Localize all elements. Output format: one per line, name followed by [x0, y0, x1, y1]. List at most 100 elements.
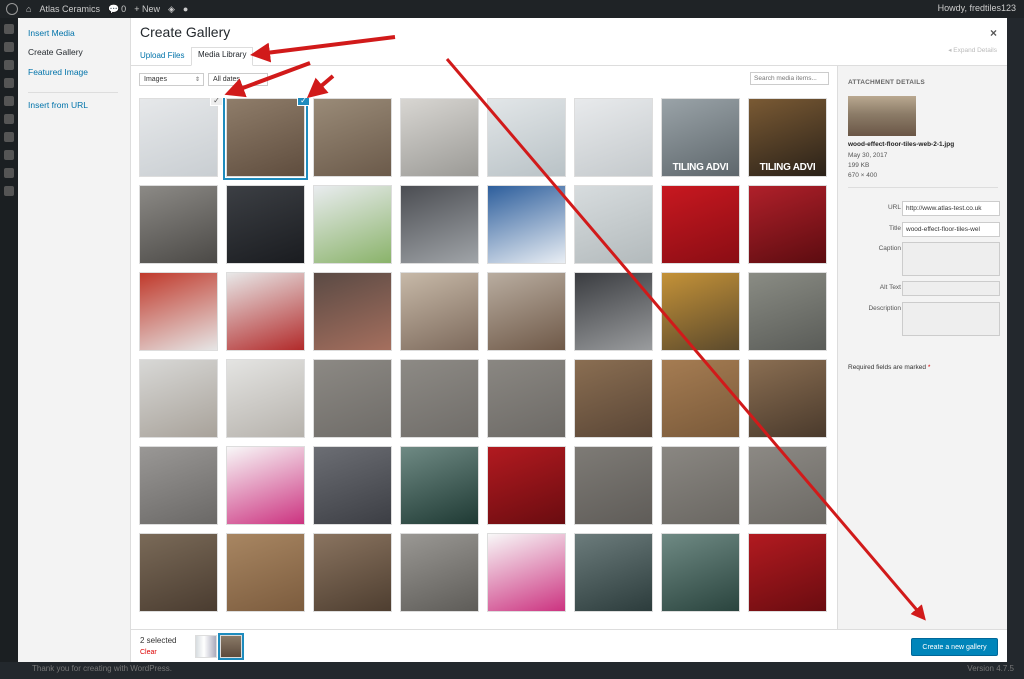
new-content-link[interactable]: + New [134, 4, 160, 14]
wordpress-logo-icon[interactable] [6, 3, 18, 15]
menu-featured-image[interactable]: Featured Image [28, 67, 88, 77]
media-tile[interactable] [661, 446, 740, 525]
media-tile[interactable] [139, 446, 218, 525]
media-tile[interactable] [400, 98, 479, 177]
url-label: URL [887, 204, 901, 211]
media-tile[interactable] [313, 185, 392, 264]
media-tile[interactable] [487, 359, 566, 438]
media-tile[interactable] [574, 359, 653, 438]
required-fields-note: Required fields are marked * [848, 364, 930, 371]
media-tile[interactable] [226, 185, 305, 264]
media-tile[interactable] [226, 272, 305, 351]
footer-version: Version 4.7.5 [967, 664, 1014, 673]
media-tile[interactable] [139, 185, 218, 264]
media-tile[interactable] [313, 359, 392, 438]
media-tile[interactable]: TILING ADVI [748, 98, 827, 177]
media-tile[interactable] [487, 533, 566, 612]
expand-details-button[interactable]: ◂ Expand Details [948, 46, 997, 54]
type-filter-select[interactable]: Images ⇕ [139, 73, 204, 86]
media-tile[interactable] [313, 272, 392, 351]
media-tile[interactable] [661, 185, 740, 264]
pages-icon[interactable] [4, 78, 14, 88]
comments-icon[interactable]: 💬 0 [108, 4, 126, 15]
close-icon[interactable]: × [990, 26, 997, 40]
media-tile[interactable] [487, 446, 566, 525]
selection-thumbnail[interactable] [195, 635, 217, 658]
media-tile[interactable] [313, 446, 392, 525]
media-tile[interactable] [661, 533, 740, 612]
home-icon[interactable]: ⌂ [26, 4, 31, 14]
plugins-icon[interactable] [4, 132, 14, 142]
site-name-link[interactable]: Atlas Ceramics [39, 4, 100, 14]
media-tile[interactable] [139, 359, 218, 438]
media-tile[interactable]: TILING ADVI [661, 98, 740, 177]
check-icon[interactable]: ✓ [210, 98, 223, 106]
media-toolbar: Images ⇕ All dates Search media items... [131, 66, 837, 90]
media-tile[interactable] [574, 185, 653, 264]
media-tile[interactable] [139, 533, 218, 612]
media-tile[interactable]: ✓ [139, 98, 223, 177]
media-tile[interactable]: ✓ [223, 98, 310, 180]
comments-menu-icon[interactable] [4, 96, 14, 106]
description-label: Description [868, 305, 901, 312]
media-tile[interactable] [400, 533, 479, 612]
media-tile[interactable] [487, 272, 566, 351]
media-tile[interactable] [748, 446, 827, 525]
clear-selection-link[interactable]: Clear [140, 649, 157, 656]
details-dimensions: 670 × 400 [848, 172, 878, 179]
media-tile[interactable] [574, 533, 653, 612]
media-tile[interactable] [748, 272, 827, 351]
media-tile[interactable] [400, 359, 479, 438]
alt-text-field[interactable] [902, 281, 1000, 296]
create-new-gallery-button[interactable]: Create a new gallery [911, 638, 998, 656]
admin-menu-dimmed [0, 18, 18, 679]
details-date: May 30, 2017 [848, 152, 888, 159]
media-tile[interactable] [661, 359, 740, 438]
title-label: Title [888, 225, 901, 232]
date-filter-select[interactable]: All dates [208, 73, 268, 86]
tab-upload-files[interactable]: Upload Files [134, 49, 190, 62]
selection-thumbnail[interactable] [218, 633, 244, 660]
media-tile[interactable] [139, 272, 218, 351]
media-tile[interactable] [661, 272, 740, 351]
menu-insert-media[interactable]: Insert Media [28, 28, 75, 38]
media-tile[interactable] [313, 98, 392, 177]
howdy-account-link[interactable]: Howdy, fredtiles123 [938, 3, 1016, 13]
tools-icon[interactable] [4, 168, 14, 178]
search-input[interactable]: Search media items... [750, 72, 829, 85]
users-icon[interactable] [4, 150, 14, 160]
yoast-icon[interactable]: ◈ [168, 4, 175, 15]
description-field[interactable] [902, 302, 1000, 336]
check-icon[interactable]: ✓ [297, 98, 310, 106]
media-tile[interactable] [748, 359, 827, 438]
media-tile[interactable] [400, 185, 479, 264]
media-tile[interactable] [226, 533, 305, 612]
media-icon[interactable] [4, 60, 14, 70]
updates-icon[interactable]: ● [183, 4, 188, 14]
menu-insert-from-url[interactable]: Insert from URL [28, 100, 88, 110]
caption-field[interactable] [902, 242, 1000, 276]
media-tile[interactable] [574, 272, 653, 351]
media-tile[interactable] [487, 98, 566, 177]
media-tile[interactable] [574, 446, 653, 525]
media-tile[interactable] [313, 533, 392, 612]
appearance-icon[interactable] [4, 114, 14, 124]
media-tile[interactable] [748, 533, 827, 612]
tab-media-library[interactable]: Media Library [191, 47, 254, 66]
media-tile[interactable] [226, 446, 305, 525]
media-tile[interactable] [487, 185, 566, 264]
caption-label: Caption [878, 245, 901, 252]
dashboard-icon[interactable] [4, 24, 14, 34]
posts-icon[interactable] [4, 42, 14, 52]
media-tile[interactable] [226, 359, 305, 438]
date-filter-value: All dates [213, 76, 240, 83]
url-field[interactable]: http://www.atlas-test.co.uk [902, 201, 1000, 216]
media-tile[interactable] [400, 446, 479, 525]
media-tile[interactable] [574, 98, 653, 177]
media-tile[interactable] [748, 185, 827, 264]
media-tile[interactable] [400, 272, 479, 351]
settings-icon[interactable] [4, 186, 14, 196]
title-field[interactable]: wood-effect-floor-tiles-wel [902, 222, 1000, 237]
details-filename: wood-effect-floor-tiles-web-2-1.jpg [848, 141, 955, 148]
menu-create-gallery[interactable]: Create Gallery [28, 47, 83, 57]
